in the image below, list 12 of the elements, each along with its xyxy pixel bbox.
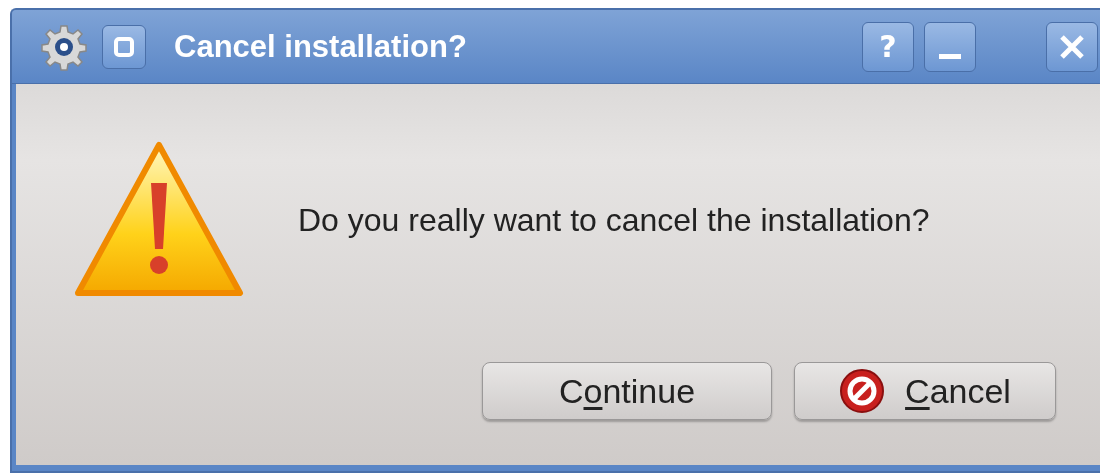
gear-icon[interactable] <box>40 22 88 71</box>
message-text: Do you really want to cancel the installation? <box>298 201 930 239</box>
continue-button[interactable]: Continue <box>482 362 772 420</box>
close-button[interactable] <box>1046 21 1098 72</box>
cancel-button[interactable]: Cancel <box>794 362 1056 420</box>
window-icon <box>113 35 135 58</box>
window-menu-button[interactable] <box>102 24 146 69</box>
minimize-icon <box>939 54 961 59</box>
close-icon <box>1058 32 1086 61</box>
stop-icon <box>839 368 886 414</box>
minimize-button[interactable] <box>924 21 976 72</box>
window-title: Cancel installation? <box>174 28 468 65</box>
